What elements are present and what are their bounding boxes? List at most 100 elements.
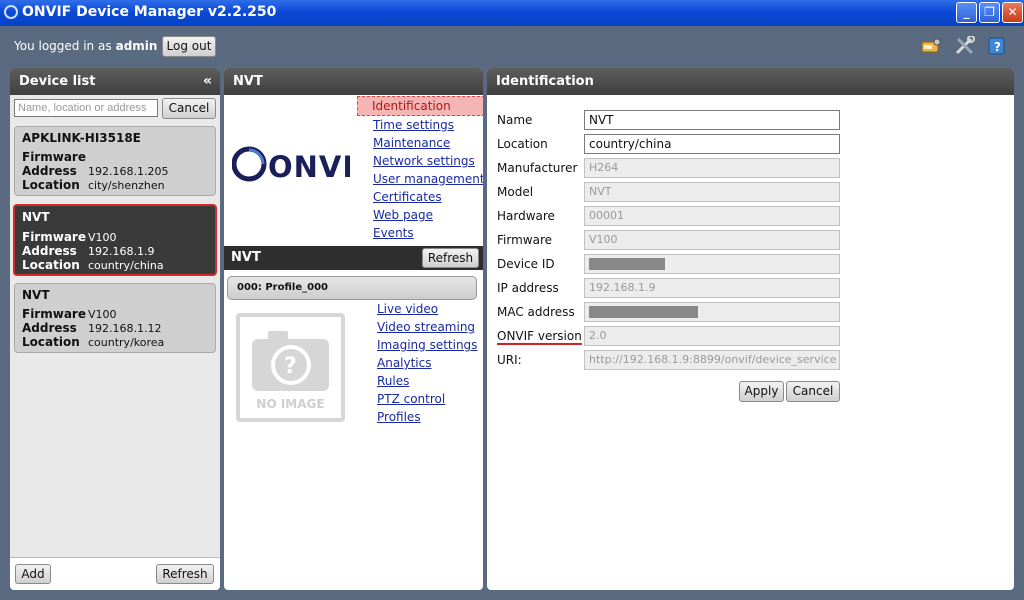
field-row-location: Location country/china xyxy=(497,134,1007,156)
hardware-field: 00001 xyxy=(584,206,840,226)
minimize-button[interactable]: _ xyxy=(956,2,977,23)
login-user: admin xyxy=(115,39,158,53)
device-firmware: Firmware V100 xyxy=(22,307,117,321)
field-label: Model xyxy=(497,185,534,199)
link-network-settings[interactable]: Network settings xyxy=(373,152,483,170)
link-maintenance[interactable]: Maintenance xyxy=(373,134,483,152)
link-events[interactable]: Events xyxy=(373,224,483,242)
link-rules[interactable]: Rules xyxy=(377,372,477,390)
location-input[interactable]: country/china xyxy=(584,134,840,154)
device-links: Identification Time settings Maintenance… xyxy=(357,96,483,242)
field-row-firmware: Firmware V100 xyxy=(497,230,1007,252)
apply-button[interactable]: Apply xyxy=(739,381,784,402)
field-label: Device ID xyxy=(497,257,555,271)
device-id-field xyxy=(584,254,840,274)
close-button[interactable]: ✕ xyxy=(1002,2,1023,23)
link-identification[interactable]: Identification xyxy=(357,96,483,116)
device-location: Location country/china xyxy=(22,258,164,272)
identification-panel: Identification Name NVT Location country… xyxy=(487,68,1014,590)
ip-address-field: 192.168.1.9 xyxy=(584,278,840,298)
field-label: Name xyxy=(497,113,533,127)
search-cancel-button[interactable]: Cancel xyxy=(162,98,216,119)
field-label: Firmware xyxy=(497,233,552,247)
manufacturer-field: H264 xyxy=(584,158,840,178)
redacted-value xyxy=(589,258,665,270)
link-imaging-settings[interactable]: Imaging settings xyxy=(377,336,477,354)
collapse-icon[interactable]: « xyxy=(203,68,212,95)
link-live-video[interactable]: Live video xyxy=(377,300,477,318)
no-image-label: NO IMAGE xyxy=(256,397,325,411)
device-card-selected[interactable]: NVT Firmware V100 Address 192.168.1.9 Loca… xyxy=(13,204,217,276)
search-row: Cancel xyxy=(10,97,220,121)
link-web-page[interactable]: Web page xyxy=(373,206,483,224)
link-ptz-control[interactable]: PTZ control xyxy=(377,390,477,408)
title-bar: ONVIF Device Manager v2.2.250 _ ❐ ✕ xyxy=(0,0,1024,26)
add-device-button[interactable]: Add xyxy=(15,564,51,584)
app-settings-icon[interactable] xyxy=(920,36,942,56)
onvif-logo: ONVIF xyxy=(232,146,350,184)
link-video-streaming[interactable]: Video streaming xyxy=(377,318,477,336)
field-label: ONVIF version xyxy=(497,329,582,345)
link-time-settings[interactable]: Time settings xyxy=(373,116,483,134)
field-row-mac-address: MAC address xyxy=(497,302,1007,324)
field-label: URI: xyxy=(497,353,522,367)
link-profiles[interactable]: Profiles xyxy=(377,408,477,426)
field-label: Manufacturer xyxy=(497,161,578,175)
nvt-header: NVT xyxy=(224,68,483,95)
svg-text:?: ? xyxy=(994,40,1001,54)
help-icon[interactable]: ? xyxy=(986,36,1008,56)
tools-icon[interactable] xyxy=(954,36,976,56)
device-firmware: Firmware xyxy=(22,150,86,164)
restore-button[interactable]: ❐ xyxy=(979,2,1000,23)
device-name: NVT xyxy=(22,288,50,302)
device-search-input[interactable] xyxy=(14,99,158,117)
field-row-name: Name NVT xyxy=(497,110,1007,132)
device-list-header: Device list « xyxy=(10,68,220,95)
field-row-manufacturer: Manufacturer H264 xyxy=(497,158,1007,180)
profile-links: Live video Video streaming Imaging setti… xyxy=(377,300,477,426)
app-icon xyxy=(4,5,18,19)
field-row-model: Model NVT xyxy=(497,182,1007,204)
field-label: Location xyxy=(497,137,548,151)
uri-field: http://192.168.1.9:8899/onvif/device_ser… xyxy=(584,350,840,370)
device-location: Location country/korea xyxy=(22,335,165,349)
redacted-value xyxy=(589,306,698,318)
device-card[interactable]: NVT Firmware V100 Address 192.168.1.12 Loc… xyxy=(14,283,216,353)
device-list-panel: Device list « Cancel APKLINK-HI3518E Fir… xyxy=(10,68,220,590)
onvif-version-field: 2.0 xyxy=(584,326,840,346)
logout-button[interactable]: Log out xyxy=(162,36,216,57)
field-label: MAC address xyxy=(497,305,575,319)
refresh-devices-button[interactable]: Refresh xyxy=(156,564,214,584)
svg-text:?: ? xyxy=(284,354,297,379)
nvt-subheader: NVT Refresh xyxy=(224,246,483,270)
field-row-hardware: Hardware 00001 xyxy=(497,206,1007,228)
device-address: Address 192.168.1.12 xyxy=(22,321,162,335)
profile-selector[interactable]: 000: Profile_000 xyxy=(227,276,477,300)
device-location: Location city/shenzhen xyxy=(22,178,165,192)
nvt-refresh-button[interactable]: Refresh xyxy=(422,248,479,268)
top-toolbar: You logged in as admin Log out ? xyxy=(0,26,1024,66)
device-card[interactable]: APKLINK-HI3518E Firmware Address 192.168.… xyxy=(14,126,216,196)
onvif-logo-text: ONVIF xyxy=(268,150,350,184)
device-list-footer: Add Refresh xyxy=(10,557,220,590)
firmware-field: V100 xyxy=(584,230,840,250)
link-user-management[interactable]: User management xyxy=(373,170,483,188)
link-certificates[interactable]: Certificates xyxy=(373,188,483,206)
link-analytics[interactable]: Analytics xyxy=(377,354,477,372)
device-name: APKLINK-HI3518E xyxy=(22,131,141,145)
field-row-onvif-version: ONVIF version 2.0 xyxy=(497,326,1007,348)
field-row-ip-address: IP address 192.168.1.9 xyxy=(497,278,1007,300)
login-label: You logged in as xyxy=(14,39,112,53)
login-status: You logged in as admin xyxy=(14,39,157,53)
mac-address-field xyxy=(584,302,840,322)
window-title: ONVIF Device Manager v2.2.250 xyxy=(22,4,277,20)
device-address: Address 192.168.1.205 xyxy=(22,164,169,178)
name-input[interactable]: NVT xyxy=(584,110,840,130)
model-field: NVT xyxy=(584,182,840,202)
field-row-device-id: Device ID xyxy=(497,254,1007,276)
no-image-placeholder: ? NO IMAGE xyxy=(236,313,345,422)
identification-header: Identification xyxy=(487,68,1014,95)
device-firmware: Firmware V100 xyxy=(22,230,117,244)
device-address: Address 192.168.1.9 xyxy=(22,244,155,258)
cancel-button[interactable]: Cancel xyxy=(786,381,840,402)
